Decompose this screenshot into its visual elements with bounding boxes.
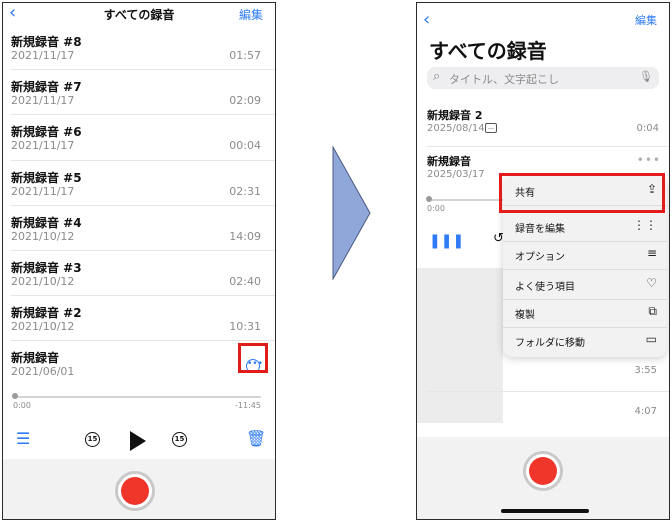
recording-duration: 02:31: [229, 184, 261, 198]
recording-duration: 00:04: [229, 139, 261, 153]
play-icon[interactable]: [130, 431, 146, 451]
record-dot-icon: [529, 457, 557, 485]
recording-date: 2021/11/17: [11, 184, 75, 198]
transcript-bubble-icon: …: [485, 123, 497, 133]
recording-row[interactable]: 新規録音 #5 2021/11/17 02:31: [11, 161, 275, 206]
time-elapsed: 0:00: [13, 401, 31, 410]
recording-date: 2021/11/17: [11, 49, 75, 62]
waveform-icon: ⋮⋮: [633, 218, 657, 232]
highlight-share-item: [499, 173, 665, 213]
menu-item-move-to-folder[interactable]: フォルダに移動 ▭: [503, 327, 667, 355]
microphone-icon[interactable]: 🎙: [639, 70, 653, 83]
recording-row[interactable]: 新規録音 2 2025/08/14 … 0:04: [427, 107, 659, 147]
search-placeholder: タイトル、文字起こし: [449, 73, 559, 86]
menu-item-label: よく使う項目: [515, 282, 575, 293]
recording-name: 新規録音 #2: [11, 306, 82, 321]
recording-date: 2021/10/12: [11, 320, 75, 334]
recording-row[interactable]: 新規録音 #2 2021/10/12 10:31: [11, 296, 275, 342]
recording-name: 新規録音 #5: [11, 170, 82, 185]
recording-duration: 4:07: [634, 406, 657, 417]
step-arrow-icon: [332, 146, 371, 280]
recording-date: 2025/08/14: [427, 123, 485, 134]
recordings-list: 新規録音 #8 2021/11/17 01:57 新規録音 #7 2021/11…: [3, 25, 275, 386]
page-title: すべての録音: [429, 39, 547, 63]
menu-item-edit-recording[interactable]: 録音を編集 ⋮⋮: [503, 213, 667, 242]
recording-duration: 14:09: [229, 229, 261, 243]
divider: [427, 146, 669, 147]
recording-name: 新規録音: [427, 155, 471, 168]
recording-date: 2021/06/01: [11, 365, 75, 379]
heart-icon: ♡: [646, 276, 657, 290]
menu-item-label: 複製: [515, 310, 535, 321]
menu-item-options[interactable]: オプション ≡: [503, 241, 667, 270]
recording-name: 新規録音 #3: [11, 260, 82, 275]
options-sliders-icon[interactable]: ☰: [16, 429, 30, 448]
scrubber-knob[interactable]: [426, 196, 432, 202]
search-field[interactable]: ⌕ タイトル、文字起こし 🎙: [427, 67, 659, 89]
playback-scrubber[interactable]: [13, 396, 261, 398]
recording-name: 新規録音: [11, 351, 60, 366]
left-phone-screen: ‹ すべての録音 編集 新規録音 #8 2021/11/17 01:57 新規録…: [2, 2, 276, 520]
menu-item-label: フォルダに移動: [515, 338, 585, 349]
record-button[interactable]: [115, 471, 155, 511]
playback-scrubber[interactable]: [427, 199, 503, 201]
recording-duration: 0:04: [636, 123, 659, 134]
folder-icon: ▭: [645, 332, 657, 346]
recording-duration: 3:55: [634, 365, 657, 376]
nav-bar: ‹ すべての録音 編集: [3, 3, 275, 25]
recording-duration: 02:09: [229, 94, 261, 108]
recording-date: 2021/11/17: [11, 94, 75, 108]
skip-forward-icon[interactable]: 15: [172, 432, 187, 447]
highlight-more-button: [238, 343, 268, 373]
time-remaining: -11:45: [235, 401, 261, 410]
home-indicator: [501, 509, 589, 513]
recording-date: 2021/11/17: [11, 139, 75, 153]
record-button[interactable]: [523, 451, 563, 491]
skip-back-icon[interactable]: 15: [85, 432, 100, 447]
recording-duration: 02:40: [229, 274, 261, 288]
waveform-icon[interactable]: ❚❚❚: [429, 233, 464, 249]
recording-name: 新規録音 #4: [11, 215, 82, 230]
recording-row[interactable]: 新規録音 #6 2021/11/17 00:04: [11, 115, 275, 161]
recording-row[interactable]: 新規録音 #7 2021/11/17 02:09: [11, 70, 275, 116]
recording-row[interactable]: 新規録音 #8 2021/11/17 01:57: [11, 25, 275, 71]
recording-name: 新規録音 #6: [11, 125, 82, 140]
recording-duration: 01:57: [229, 49, 261, 62]
recording-date: 2021/10/12: [11, 274, 75, 288]
record-bar: [417, 437, 669, 519]
more-options-icon[interactable]: •••: [637, 153, 661, 167]
menu-item-favorites[interactable]: よく使う項目 ♡: [503, 271, 667, 300]
scrubber-knob[interactable]: [12, 393, 18, 399]
record-bar: [3, 459, 275, 519]
menu-item-label: 録音を編集: [515, 224, 565, 235]
trash-icon[interactable]: 🗑: [246, 429, 266, 448]
sliders-icon: ≡: [646, 246, 657, 260]
page-title: すべての録音: [103, 8, 175, 22]
background-list-area: [417, 268, 503, 423]
recording-name: 新規録音 #8: [11, 35, 82, 49]
time-elapsed: 0:00: [427, 204, 445, 213]
recording-date: 2025/03/17: [427, 169, 485, 180]
edit-button[interactable]: 編集: [635, 12, 657, 28]
record-dot-icon: [121, 477, 149, 505]
recording-row[interactable]: 新規録音 #3 2021/10/12 02:40: [11, 251, 275, 297]
recording-row-selected[interactable]: 新規録音 2021/06/01 •••: [11, 341, 275, 385]
duplicate-icon: ⧉: [648, 304, 657, 318]
search-icon: ⌕: [433, 69, 441, 84]
right-phone-screen: ‹ 編集 すべての録音 ⌕ タイトル、文字起こし 🎙 新規録音 2 2025/0…: [416, 2, 670, 520]
menu-item-label: オプション: [515, 252, 565, 263]
menu-item-duplicate[interactable]: 複製 ⧉: [503, 299, 667, 328]
back-chevron-icon[interactable]: ‹: [423, 9, 430, 30]
recording-duration: 10:31: [229, 320, 261, 334]
recording-row[interactable]: 新規録音 #4 2021/10/12 14:09: [11, 206, 275, 251]
edit-button[interactable]: 編集: [239, 6, 263, 23]
recording-name: 新規録音 #7: [11, 80, 82, 95]
recording-date: 2021/10/12: [11, 229, 75, 243]
recording-name: 新規録音 2: [427, 109, 483, 122]
divider: [427, 391, 669, 392]
